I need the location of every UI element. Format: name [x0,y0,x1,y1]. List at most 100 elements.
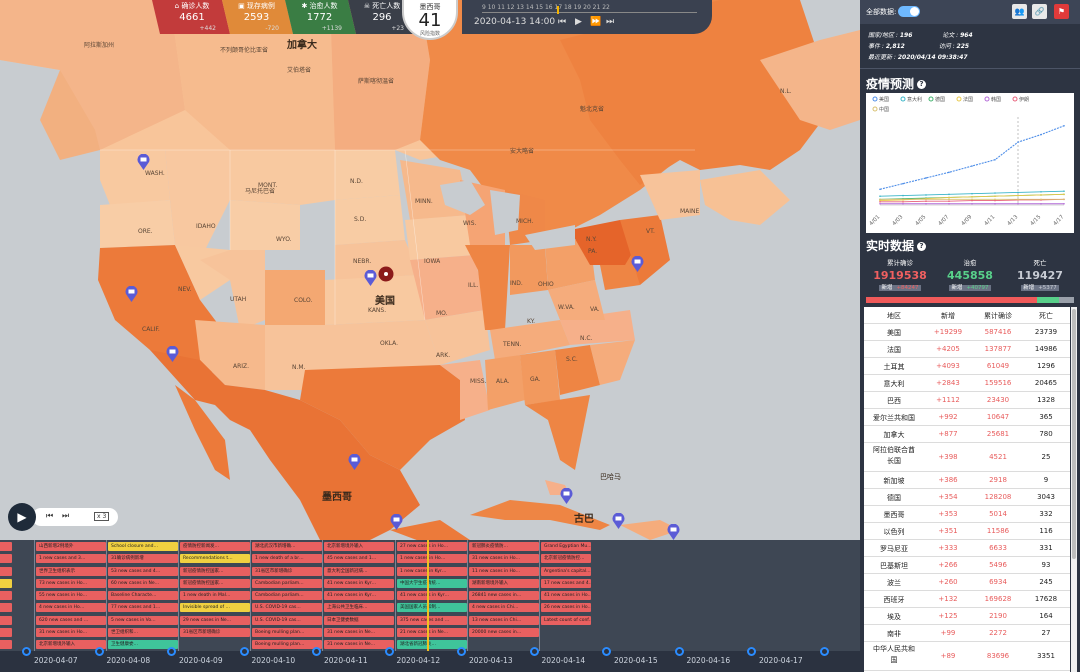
event-card[interactable]: 上海公共卫生临床… [324,603,394,613]
map-pin-icon[interactable] [631,256,644,272]
map-pin-icon[interactable] [560,488,573,504]
series-point[interactable] [925,202,927,205]
series-point[interactable] [1017,202,1019,205]
table-row[interactable]: 美国 +19299 587416 23739 [864,324,1070,341]
series-point[interactable] [1063,125,1065,127]
skip-start-icon[interactable]: ⏮ [46,511,53,521]
event-card[interactable]: 27 new cases in Ho… [397,542,467,551]
event-card[interactable]: Recommendations t… [180,554,250,564]
legend-item[interactable]: 中国 [872,106,889,113]
event-card[interactable]: 湖南新增境外输入 [469,578,539,588]
series-point[interactable] [971,202,973,205]
event-card[interactable]: 新冠疫情防控国家… [180,578,250,588]
series-point[interactable] [971,196,973,198]
series-point[interactable] [1017,191,1019,194]
event-card[interactable]: Cambodian parliam… [252,591,322,601]
event-card[interactable]: Baseline Characte… [108,591,178,601]
event-card[interactable]: 5 new cases in Vo… [108,615,178,625]
series-point[interactable] [1063,202,1065,205]
event-card[interactable]: Latest count of conf… [541,615,591,625]
series-point[interactable] [902,182,904,185]
date-label[interactable]: 2020-04-16 [687,656,731,665]
table-row[interactable]: 意大利 +2843 159516 20465 [864,375,1070,392]
biohazard-icon[interactable] [378,266,394,282]
series-point[interactable] [879,188,881,191]
date-label[interactable]: 2020-04-17 [759,656,803,665]
series-point[interactable] [948,171,950,174]
date-axis[interactable]: 2020-04-07 2020-04-08 2020-04-09 2020-04-10… [0,647,860,672]
date-dot[interactable] [22,647,31,656]
series-point[interactable] [994,158,996,161]
step-back-icon[interactable]: ⏮ [558,17,566,27]
event-card[interactable] [0,615,12,625]
series-point[interactable] [925,194,927,196]
event-card[interactable] [0,566,12,576]
series-point[interactable] [925,200,927,203]
map-pin-icon[interactable] [125,286,138,302]
table-row[interactable]: 土耳其 +4093 61049 1296 [864,358,1070,375]
series-point[interactable] [1017,141,1019,143]
series-point[interactable] [971,198,973,201]
event-card[interactable]: Argentina's capital… [541,566,591,576]
fast-forward-icon[interactable]: ⏩ [590,17,601,27]
table-row[interactable]: 阿拉伯联合酋长国 +398 4521 25 [864,443,1070,472]
series-point[interactable] [879,202,881,205]
table-row[interactable]: 巴基斯坦 +266 5496 93 [864,557,1070,574]
table-row[interactable]: 罗马尼亚 +333 6633 331 [864,540,1070,557]
date-label[interactable]: 2020-04-09 [179,656,223,665]
event-card[interactable]: 375 new cases and … [397,615,467,625]
event-card[interactable]: 13 new cases in Chi… [469,615,539,625]
series-point[interactable] [948,202,950,205]
event-card[interactable]: 1 new cases in Ho… [397,554,467,564]
event-card[interactable]: School closure and… [108,542,178,551]
table-row[interactable]: 中华人民共和国 +89 83696 3351 [864,642,1070,671]
event-card[interactable]: 1 new cases and 3… [36,554,106,564]
table-row[interactable]: 以色列 +351 11586 116 [864,523,1070,540]
event-card[interactable]: 意大利全国新冠病… [324,566,394,576]
event-card[interactable]: 新冠肺炎疫情防… [469,542,539,551]
series-point[interactable] [1063,198,1065,201]
series-point[interactable] [1040,194,1042,196]
date-label[interactable]: 2020-04-07 [34,656,78,665]
series-point[interactable] [879,195,881,197]
event-card[interactable] [0,591,12,601]
event-card[interactable]: 湖北省新冠肺炎… [397,640,467,650]
map-pin-icon[interactable] [348,454,361,470]
event-card[interactable]: 620 new cases and … [36,615,106,625]
event-card[interactable]: 北京新增境外输入 [324,542,394,551]
all-data-toggle[interactable] [898,6,920,17]
table-row[interactable]: 爱尔兰共和国 +992 10647 365 [864,409,1070,426]
hour-timeline[interactable]: 9 10 11 12 13 14 15 16 17 18 19 20 21 22… [462,0,712,34]
country-table[interactable]: 地区 新增 累计确诊 死亡 美国 +19299 587416 23739 法国 +4205 1378… [864,307,1070,672]
event-card[interactable]: 世界卫生组织表示 [36,566,106,576]
series-point[interactable] [925,177,927,179]
event-card[interactable] [0,603,12,613]
event-card[interactable]: 41 new cases in Ho… [541,591,591,601]
event-card[interactable]: Grand Egyptian Mu… [541,542,591,551]
event-card[interactable]: 73 new cases in Ho… [36,578,106,588]
table-row[interactable]: 新加坡 +386 2918 9 [864,472,1070,489]
step-forward-icon[interactable]: ⏭ [606,17,614,27]
event-card[interactable]: 31 new cases in Ne… [324,628,394,638]
event-card[interactable]: 20000 new cases in… [469,628,539,638]
date-dot[interactable] [312,647,321,656]
series-point[interactable] [879,201,881,203]
series-point[interactable] [1063,193,1065,196]
event-card[interactable]: 21 new cases in Ne… [397,628,467,638]
event-card[interactable]: 1 new death in Mal… [180,591,250,601]
legend-item[interactable]: 美国 [872,96,889,103]
series-point[interactable] [1040,191,1042,193]
event-card[interactable]: 41 new cases in Kyr… [324,591,394,601]
series-point[interactable] [994,192,996,194]
series-point[interactable] [902,198,904,201]
table-row[interactable]: 加拿大 +877 25681 780 [864,426,1070,443]
event-card[interactable]: Cambodian parliam… [252,578,322,588]
event-card[interactable]: 美国国家人员和制… [397,603,467,613]
skip-end-icon[interactable]: ⏭ [62,511,69,521]
event-card[interactable]: 31确诊病例新增 [108,554,178,564]
speed-button[interactable]: x 3 [94,512,110,521]
date-label[interactable]: 2020-04-10 [252,656,296,665]
series-point[interactable] [971,192,973,195]
event-card[interactable]: 11 new cases in Ho… [469,566,539,576]
event-card[interactable]: 26 new cases in Ho… [541,603,591,613]
